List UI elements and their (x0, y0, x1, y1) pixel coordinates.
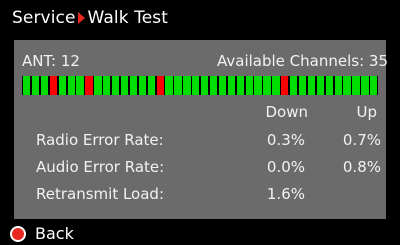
radio-error-rate-down: 0.3% (266, 131, 305, 149)
audio-error-rate-down: 0.0% (266, 158, 305, 176)
meter-segment-good (67, 76, 75, 95)
meter-segment-good (58, 76, 66, 95)
meter-segment-good (201, 76, 209, 95)
meter-segment-good (120, 76, 129, 95)
column-header-down: Down (265, 103, 308, 121)
audio-error-rate-up: 0.8% (342, 158, 381, 176)
meter-segment-good (94, 76, 102, 95)
page-title: Walk Test (87, 8, 169, 28)
meter-segment-good (316, 76, 325, 95)
meter-segment-good (352, 76, 360, 95)
row-label-audio-error-rate: Audio Error Rate: (36, 158, 165, 176)
breadcrumb-arrow-icon (77, 12, 85, 24)
radio-error-rate-up: 0.7% (342, 131, 381, 149)
meter-segment-good (343, 76, 351, 95)
back-button[interactable]: Back (0, 222, 400, 245)
meter-segment-good (23, 76, 31, 95)
row-label-radio-error-rate: Radio Error Rate: (36, 131, 164, 149)
meter-segment-good (174, 76, 182, 95)
meter-segment-good (183, 76, 191, 95)
meter-segment-good (112, 76, 120, 95)
meter-segment-good (147, 76, 155, 95)
meter-segment-good (192, 76, 200, 95)
meter-segment-good (334, 76, 342, 95)
signal-quality-meter (22, 76, 378, 95)
meter-segment-error (281, 76, 289, 95)
meter-segment-good (236, 76, 244, 95)
ant-label: ANT: 12 (22, 52, 80, 70)
meter-segment-error (49, 76, 58, 95)
meter-segment-good (263, 76, 271, 95)
available-channels-label: Available Channels: 35 (217, 52, 388, 70)
meter-segment-good (76, 76, 84, 95)
meter-segment-good (245, 76, 253, 95)
meter-segment-good (138, 76, 147, 95)
meter-segment-good (103, 76, 111, 95)
meter-segment-good (325, 76, 333, 95)
meter-segment-good (129, 76, 138, 95)
meter-segment-good (290, 76, 298, 95)
meter-segment-good (361, 76, 369, 95)
meter-segment-good (254, 76, 262, 95)
meter-segment-good (227, 76, 236, 95)
meter-segment-good (40, 76, 49, 95)
breadcrumb-service: Service (12, 8, 76, 28)
meter-segment-good (165, 76, 173, 95)
meter-segment-error (156, 76, 164, 95)
meter-segment-error (85, 76, 93, 95)
red-circle-button-icon (10, 225, 26, 242)
meter-segment-good (31, 76, 40, 95)
column-header-up: Up (356, 103, 377, 121)
meter-segment-good (307, 76, 316, 95)
row-label-retransmit-load: Retransmit Load: (36, 185, 165, 203)
retransmit-load-down: 1.6% (266, 185, 305, 203)
meter-segment-good (209, 76, 218, 95)
meter-segment-good (272, 76, 280, 95)
title-bar: Service Walk Test (0, 0, 400, 36)
back-label: Back (35, 224, 74, 243)
meter-segment-good (370, 76, 378, 95)
meter-segment-good (298, 76, 307, 95)
meter-segment-good (218, 76, 227, 95)
